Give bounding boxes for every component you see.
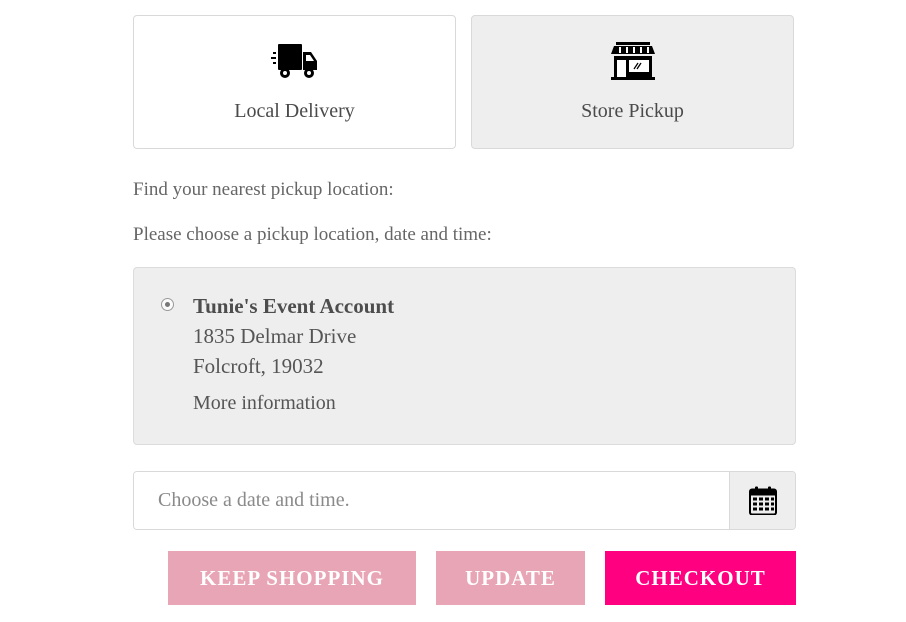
delivery-truck-icon <box>270 44 317 78</box>
more-information-link[interactable]: More information <box>193 392 336 415</box>
location-address-line1: 1835 Delmar Drive <box>193 324 357 348</box>
date-time-picker <box>133 471 796 530</box>
calendar-icon <box>749 486 777 515</box>
location-name: Tunie's Event Account <box>193 294 395 318</box>
keep-shopping-button[interactable]: KEEP SHOPPING <box>168 551 416 605</box>
radio-selected-dot <box>165 302 170 307</box>
calendar-button[interactable] <box>729 472 795 529</box>
local-delivery-option[interactable]: Local Delivery <box>133 15 456 149</box>
pickup-location-option[interactable]: Tunie's Event Account 1835 Delmar Drive … <box>133 267 796 445</box>
local-delivery-label: Local Delivery <box>234 100 355 122</box>
store-pickup-label: Store Pickup <box>581 100 684 122</box>
location-address-line2: Folcroft, 19032 <box>193 354 324 378</box>
update-button[interactable]: UPDATE <box>436 551 585 605</box>
location-radio[interactable] <box>161 298 174 311</box>
store-pickup-option[interactable]: Store Pickup <box>471 15 794 149</box>
storefront-icon <box>610 42 655 80</box>
find-location-prompt: Find your nearest pickup location: <box>133 179 394 200</box>
checkout-button[interactable]: CHECKOUT <box>605 551 796 605</box>
choose-location-prompt: Please choose a pickup location, date an… <box>133 224 492 245</box>
date-time-input[interactable] <box>134 472 730 529</box>
